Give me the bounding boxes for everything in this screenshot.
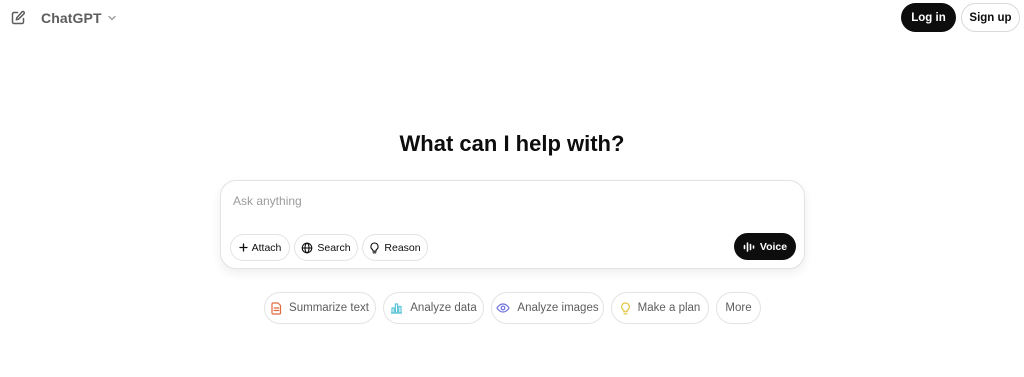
attach-label: Attach — [251, 241, 282, 254]
attach-button[interactable]: Attach — [230, 234, 290, 261]
suggestion-label: Analyze images — [517, 302, 599, 314]
chevron-down-icon — [107, 13, 117, 23]
reason-label: Reason — [384, 241, 421, 254]
voice-wave-icon — [743, 241, 755, 253]
lightbulb-icon — [620, 301, 631, 315]
suggestion-make-a-plan[interactable]: Make a plan — [611, 292, 709, 324]
top-bar: ChatGPT Log in Sign up — [0, 0, 1024, 36]
globe-icon — [301, 242, 313, 254]
model-selector[interactable]: ChatGPT — [41, 8, 117, 28]
eye-icon — [496, 303, 511, 313]
lightbulb-icon — [369, 241, 380, 254]
bar-chart-icon — [390, 302, 403, 314]
prompt-input[interactable] — [233, 192, 773, 210]
signup-button[interactable]: Sign up — [961, 3, 1020, 32]
suggestion-label: Analyze data — [410, 302, 477, 314]
document-icon — [271, 301, 282, 315]
voice-button[interactable]: Voice — [734, 233, 796, 260]
search-label: Search — [317, 241, 351, 254]
new-chat-button[interactable] — [8, 8, 28, 28]
suggestion-label: Make a plan — [637, 302, 701, 314]
search-button[interactable]: Search — [294, 234, 358, 261]
reason-button[interactable]: Reason — [362, 234, 428, 261]
page-title: What can I help with? — [399, 131, 625, 156]
voice-label: Voice — [759, 240, 788, 253]
suggestion-analyze-images[interactable]: Analyze images — [491, 292, 604, 324]
suggestion-analyze-data[interactable]: Analyze data — [383, 292, 484, 324]
suggestion-summarize-text[interactable]: Summarize text — [264, 292, 376, 324]
plus-icon — [238, 243, 248, 252]
edit-icon — [10, 10, 26, 26]
suggestion-label: Summarize text — [289, 302, 369, 314]
prompt-composer: Attach Search Reason Voice — [220, 180, 805, 269]
suggestion-label: More — [725, 302, 752, 314]
suggestion-more[interactable]: More — [716, 292, 761, 324]
login-button[interactable]: Log in — [901, 3, 956, 32]
model-name: ChatGPT — [41, 10, 102, 26]
